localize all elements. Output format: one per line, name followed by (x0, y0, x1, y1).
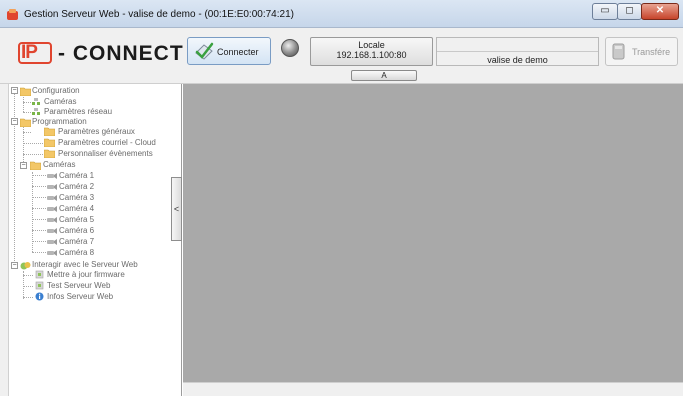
tree-line (23, 97, 24, 112)
tree-item-configuration[interactable]: Configuration (32, 85, 80, 96)
left-gutter (0, 84, 8, 396)
expander-configuration[interactable]: − (11, 87, 18, 94)
tree-line (32, 241, 46, 242)
app-icon (7, 9, 18, 20)
tree-line (32, 219, 46, 220)
camera-config-icon (32, 98, 40, 105)
camera-icon (47, 217, 57, 223)
locale-address: 192.168.1.100:80 (336, 50, 407, 60)
maximize-icon: ◻ (625, 5, 634, 16)
tree-item-update-firmware[interactable]: Mettre à jour firmware (47, 269, 125, 280)
transfer-label: Transfére (632, 47, 671, 57)
title-bar: Gestion Serveur Web - valise de demo - (… (0, 0, 683, 28)
tree-item-camera-7[interactable]: Caméra 7 (59, 236, 94, 247)
camera-icon (47, 195, 57, 201)
tree-line (32, 208, 46, 209)
minimize-button[interactable]: ▭ (592, 3, 618, 20)
camera-icon (47, 173, 57, 179)
camera-icon (47, 250, 57, 256)
toolbar: IP - CONNECT Connecter Locale 192.168.1.… (0, 28, 683, 84)
tree-line (23, 102, 31, 103)
tree-item-camera-6[interactable]: Caméra 6 (59, 225, 94, 236)
tree-line (32, 175, 46, 176)
events-icon (44, 149, 55, 158)
transfer-button[interactable]: Transfére (605, 37, 678, 66)
main-content-area (183, 84, 683, 382)
connect-label: Connecter (217, 47, 259, 57)
network-icon (32, 108, 40, 115)
firmware-icon (35, 270, 44, 279)
tree-item-info-server[interactable]: Infos Serveur Web (47, 291, 113, 302)
tree-line (32, 186, 46, 187)
close-button[interactable]: ✕ (641, 3, 679, 20)
tree-item-test-server[interactable]: Test Serveur Web (47, 280, 110, 291)
tree-item-camera-4[interactable]: Caméra 4 (59, 203, 94, 214)
connection-status-led (281, 39, 299, 57)
info-icon (35, 292, 44, 301)
expander-prog-cameras[interactable]: − (20, 162, 27, 169)
tree-item-camera-8[interactable]: Caméra 8 (59, 247, 94, 258)
folder-icon (30, 161, 41, 170)
tree-item-camera-1[interactable]: Caméra 1 (59, 170, 94, 181)
folder-icon (20, 118, 31, 127)
ip-connect-logo: IP - CONNECT (18, 42, 183, 66)
tree-line (32, 230, 46, 231)
info-divider (437, 51, 598, 52)
logo-ip-text: IP (21, 42, 38, 63)
tree-item-camera-5[interactable]: Caméra 5 (59, 214, 94, 225)
tree-line (23, 297, 33, 298)
folder-icon (20, 87, 31, 96)
test-icon (35, 281, 44, 290)
tree-line (32, 252, 46, 253)
device-name: valise de demo (487, 55, 548, 65)
close-icon: ✕ (655, 5, 665, 16)
tree-line (23, 143, 43, 144)
maximize-button[interactable]: ◻ (617, 3, 642, 20)
tree-item-general-settings[interactable]: Paramètres généraux (58, 126, 135, 137)
minimize-icon: ▭ (600, 5, 610, 16)
tree-line (23, 275, 33, 276)
transfer-icon (612, 43, 625, 60)
tree-item-email-cloud[interactable]: Paramètres courriel - Cloud (58, 137, 156, 148)
tree-line (23, 132, 31, 133)
device-info-box: valise de demo (436, 37, 599, 66)
email-cloud-icon (44, 138, 55, 147)
tree-line (23, 154, 43, 155)
tree-line (23, 286, 33, 287)
locale-button[interactable]: Locale 192.168.1.100:80 (310, 37, 433, 66)
connect-button[interactable]: Connecter (187, 37, 271, 65)
connect-icon (195, 42, 214, 60)
expander-programmation[interactable]: − (11, 118, 18, 125)
settings-doc-icon (44, 127, 55, 136)
tree-line (23, 124, 24, 166)
tree-item-events[interactable]: Personnaliser évènements (58, 148, 153, 159)
tree-item-camera-3[interactable]: Caméra 3 (59, 192, 94, 203)
camera-icon (47, 206, 57, 212)
tree-item-camera-2[interactable]: Caméra 2 (59, 181, 94, 192)
a-button[interactable]: A (351, 70, 417, 81)
window-title: Gestion Serveur Web - valise de demo - (… (24, 9, 294, 20)
tree-item-prog-cameras[interactable]: Caméras (43, 159, 75, 170)
interact-icon (20, 262, 31, 270)
bottom-status-strip (183, 382, 683, 396)
collapse-panel-button[interactable]: < (171, 177, 182, 241)
tree-line (23, 112, 31, 113)
camera-icon (47, 239, 57, 245)
navigation-tree: − Configuration Caméras Paramètres résea… (8, 84, 182, 396)
logo-connect-text: - CONNECT (58, 42, 184, 65)
camera-icon (47, 228, 57, 234)
tree-line (32, 197, 46, 198)
expander-interact[interactable]: − (11, 262, 18, 269)
locale-name: Locale (358, 40, 385, 50)
tree-line (32, 172, 33, 252)
tree-line (14, 90, 15, 265)
camera-icon (47, 184, 57, 190)
